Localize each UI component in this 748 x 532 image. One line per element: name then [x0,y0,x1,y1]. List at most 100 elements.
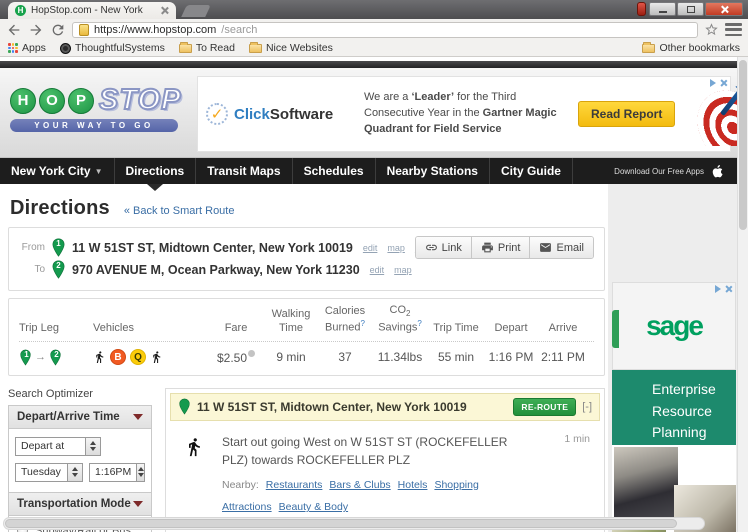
back-to-smart-route-link[interactable]: « Back to Smart Route [124,205,235,217]
help-icon[interactable]: ? [361,319,365,328]
address-bar[interactable]: https://www.hopstop.com /search [72,21,698,38]
nav-city-selector[interactable]: New York City ▼ [0,158,115,184]
apps-shortcut[interactable]: Apps [8,42,46,54]
other-bookmarks[interactable]: Other bookmarks [642,41,740,54]
spinner-icon[interactable] [85,437,100,455]
depart-arrive-panel-header[interactable]: Depart/Arrive Time [9,405,151,429]
download-apps-link[interactable]: Download Our Free Apps [614,163,737,180]
nav-schedules[interactable]: Schedules [293,158,376,184]
col-walking-time: Walking Time [271,308,311,334]
vehicles-cell: B Q [89,349,207,366]
forward-button[interactable] [28,22,44,38]
map-link[interactable]: map [394,265,412,275]
help-icon[interactable]: ? [417,319,421,328]
transportation-mode-panel-header[interactable]: Transportation Mode [9,491,151,516]
back-button[interactable] [6,22,22,38]
walk-icon [93,349,106,365]
sage-logo: sage [646,310,704,341]
nearby-links: Nearby: Restaurants Bars & Clubs Hotels … [222,478,534,517]
email-button[interactable]: Email [529,237,593,258]
bookmark-folder-nice-websites[interactable]: Nice Websites [248,41,333,54]
nav-city-guide[interactable]: City Guide [490,158,573,184]
collapse-leg-link[interactable]: [-] [582,401,592,413]
site-header: H O P STOP YOUR WAY TO GO ✓ ClickSoftwar… [0,68,737,158]
ad-close-icon[interactable] [724,285,732,293]
nav-nearby-stations[interactable]: Nearby Stations [376,158,490,184]
edit-link[interactable]: edit [370,265,385,275]
nearby-link[interactable]: Beauty & Body [279,500,348,516]
nearby-link[interactable]: Shopping [434,478,478,494]
to-label: To [34,264,45,275]
side-tab-sliver[interactable] [612,310,619,348]
read-report-button[interactable]: Read Report [578,101,676,127]
summary-header-row: Trip Leg Vehicles Fare Walking Time Calo… [19,304,594,342]
nearby-link[interactable]: Hotels [398,478,428,494]
bookmark-folder-to-read[interactable]: To Read [178,41,235,54]
col-calories: Calories Burned? [324,305,366,334]
vertical-scrollbar[interactable] [737,57,748,532]
browser-tab[interactable]: H HopStop.com - New York [8,2,176,19]
adchoices-icons[interactable] [715,285,732,293]
link-button[interactable]: Link [415,237,471,258]
col-co2: CO2 Savings? [378,304,422,334]
nearby-link[interactable]: Attractions [222,500,272,516]
logo-letter: P [68,87,94,114]
window-close-button[interactable] [705,2,743,16]
hopstop-logo[interactable]: H O P STOP YOUR WAY TO GO [10,83,190,132]
clicksoftware-check-icon: ✓ [206,103,228,125]
step-instruction: Start out going West on W 51ST ST (ROCKE… [222,434,508,467]
browser-menu-icon[interactable] [725,23,742,36]
map-pin-icon: 1 [19,349,32,366]
col-depart: Depart [494,321,528,334]
edit-link[interactable]: edit [363,243,378,253]
to-address: 970 AVENUE M, Ocean Parkway, New York 11… [72,262,360,277]
window-titlebar[interactable]: H HopStop.com - New York [0,0,748,19]
bookmark-thoughtfulsystems[interactable]: ThoughtfulSystems [59,42,165,54]
search-optimizer: Search Optimizer Depart/Arrive Time Depa… [8,388,152,532]
extension-icon[interactable] [637,2,646,16]
time-select[interactable]: 1:16PM [89,462,145,482]
horizontal-scrollbar[interactable] [3,517,705,530]
reroute-button[interactable]: RE-ROUTE [513,397,577,416]
col-vehicles: Vehicles [93,321,134,334]
nav-transit-maps[interactable]: Transit Maps [196,158,293,184]
nav-directions[interactable]: Directions [115,158,197,191]
collapse-arrow-icon [133,500,143,507]
adchoices-icon[interactable] [715,285,721,293]
info-icon[interactable] [248,349,256,357]
maximize-icon [686,5,695,13]
scrollbar-thumb[interactable] [739,60,747,230]
nearby-link[interactable]: Bars & Clubs [329,478,390,494]
spinner-icon[interactable] [136,463,144,481]
sage-ad[interactable]: sage Enterprise Resource Planning [612,282,736,532]
ad-copy: We are a ‘Leader’ for the Third Consecut… [364,91,557,135]
map-pin-icon: 2 [51,260,66,279]
col-fare: Fare [224,321,248,334]
site-top-strip [0,61,737,68]
subway-line-q-icon: Q [130,349,146,366]
leg-start-address: 11 W 51ST ST, Midtown Center, New York 1… [197,399,467,414]
route-directions-panel: 11 W 51ST ST, Midtown Center, New York 1… [165,387,605,532]
search-optimizer-title: Search Optimizer [8,387,93,400]
trip-leg-cell: 1 → 2 [19,349,89,366]
print-icon [481,241,494,254]
tab-close-icon[interactable] [160,6,169,15]
map-link[interactable]: map [387,243,405,253]
svg-text:1: 1 [24,350,29,359]
header-ad-banner[interactable]: ✓ ClickSoftware We are a ‘Leader’ for th… [197,76,737,152]
scrollbar-thumb[interactable] [5,519,677,528]
window-maximize-button[interactable] [677,2,704,16]
day-select[interactable]: Tuesday [15,462,83,482]
refresh-button[interactable] [50,22,66,38]
arrow-right-icon: → [35,351,46,364]
print-button[interactable]: Print [470,237,530,258]
page-security-icon[interactable] [79,23,89,36]
spinner-icon[interactable] [67,463,82,481]
window-minimize-button[interactable] [649,2,676,16]
bookmark-star-icon[interactable] [704,22,719,37]
new-tab-button[interactable] [181,5,211,17]
summary-data-row[interactable]: 1 → 2 B Q $2.50 9 min 37 11.34lbs 55 min… [19,342,594,366]
depart-mode-select[interactable]: Depart at [15,436,101,456]
page-viewport: H O P STOP YOUR WAY TO GO ✓ ClickSoftwar… [0,57,737,532]
nearby-link[interactable]: Restaurants [266,478,323,494]
